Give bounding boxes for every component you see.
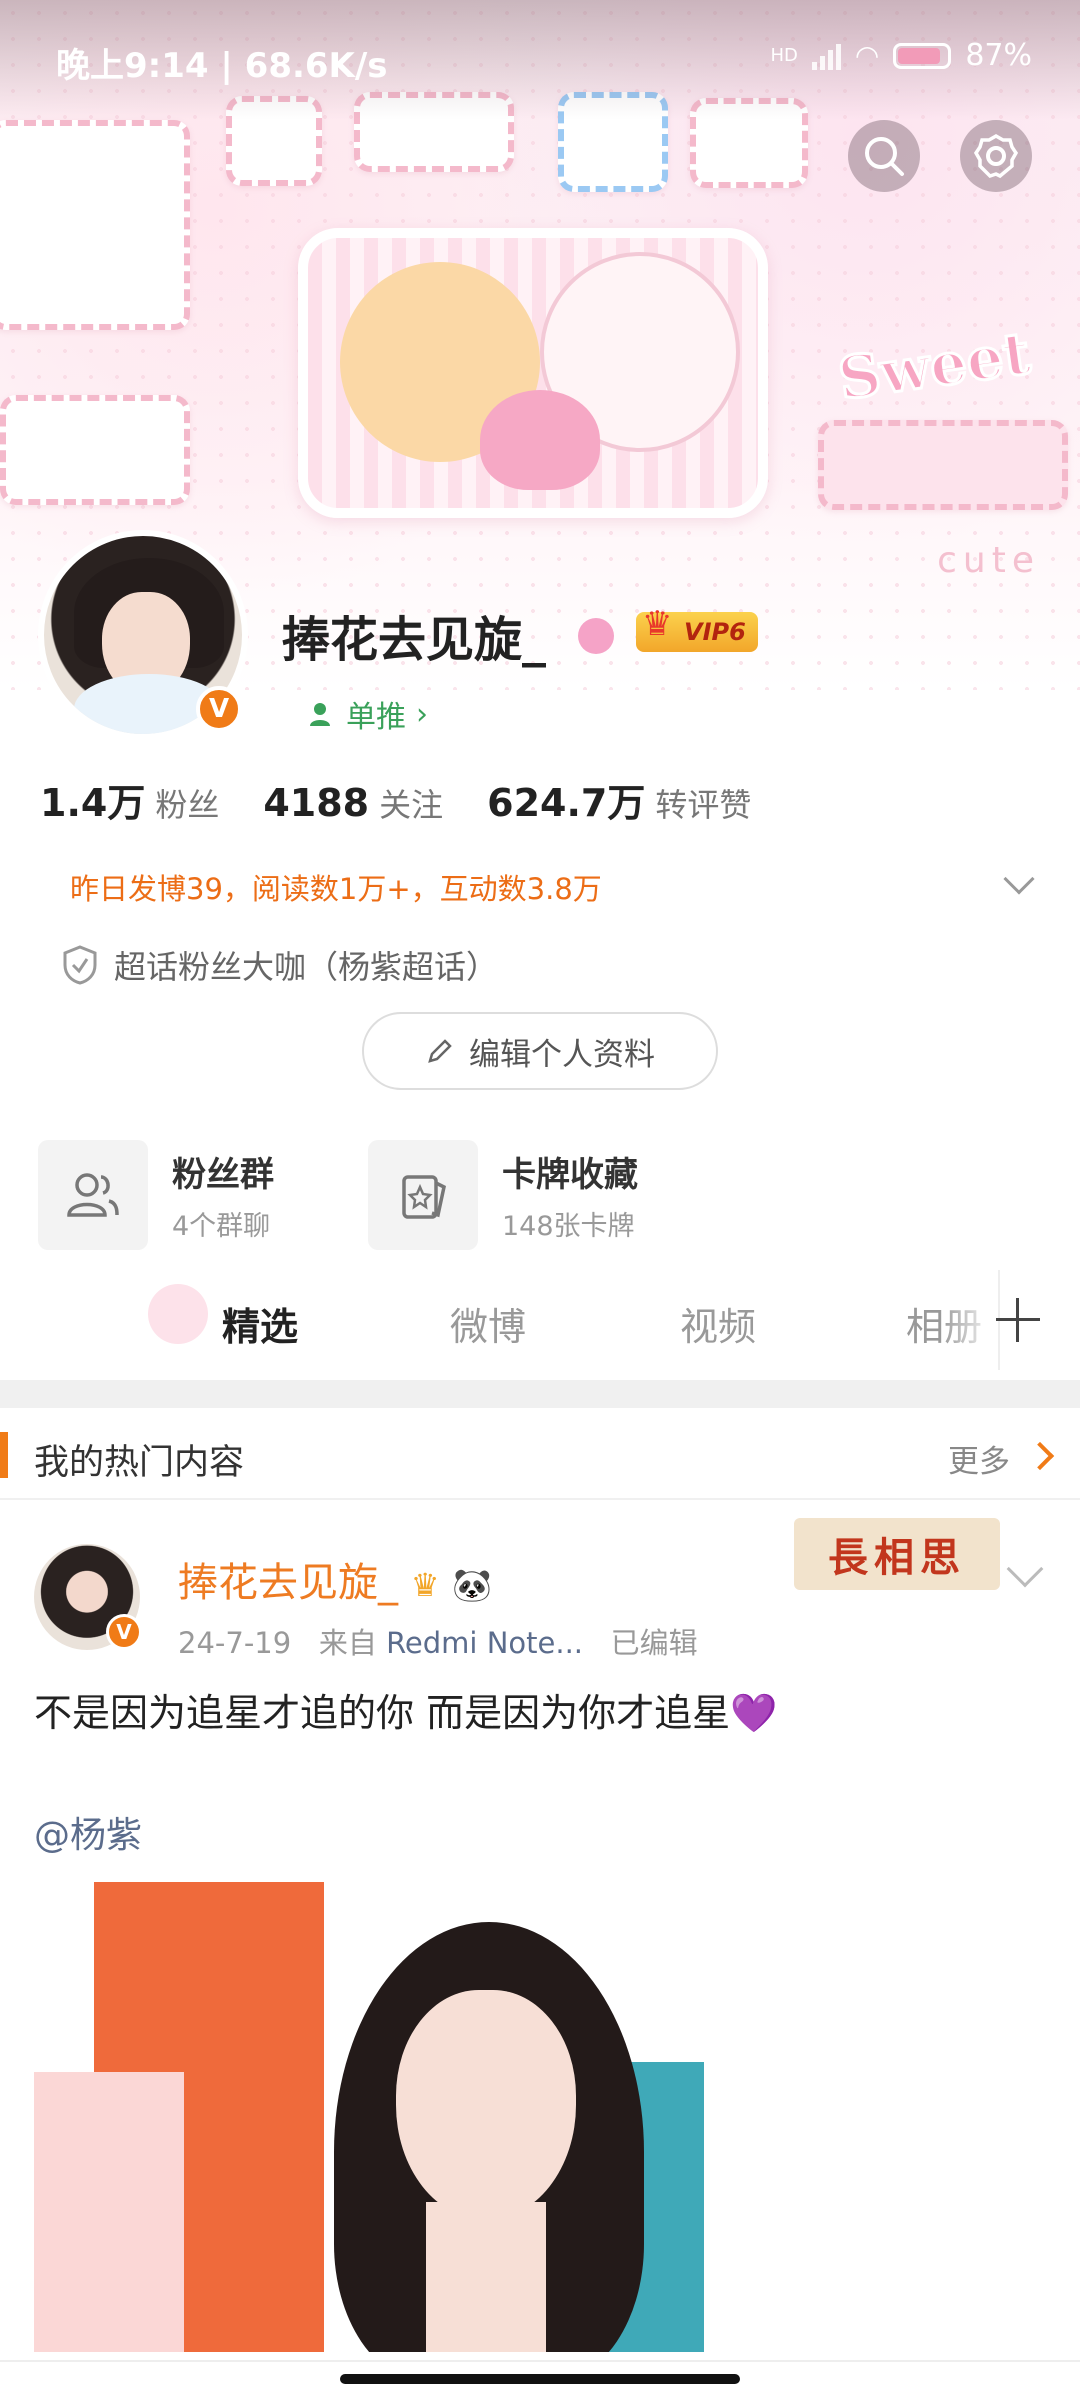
photo-person-neck [426,2202,546,2352]
interactions-label: 转评赞 [655,786,752,824]
banner-heart [480,390,600,490]
section-accent-bar [0,1432,8,1478]
card-collection-icon [368,1140,478,1250]
verified-badge-icon: V [106,1614,142,1650]
status-bar: 晚上9:14 | 68.6K/s HD ◠ 87% [0,0,1080,120]
chevron-right-icon[interactable] [1025,1441,1055,1471]
post-text: 不是因为追星才追的你 而是因为你才追星💜 [34,1691,778,1735]
banner-sticker [0,395,190,505]
card-collection-subtitle: 148张卡牌 [502,1211,635,1242]
vip-label: VIP6 [684,618,746,646]
status-right: HD ◠ 87% [770,38,1032,73]
post-decoration-stamp: 長相思 [794,1518,1000,1590]
shield-icon [63,945,97,985]
settings-button[interactable] [960,120,1032,192]
post-edited: 已编辑 [610,1626,698,1660]
post-author-name[interactable]: 捧花去见旋_ ♛ 🐼 [178,1550,492,1608]
tabs-fade [940,1270,1000,1370]
card-collection-title: 卡牌收藏 [502,1155,638,1195]
battery-percent: 87% [965,38,1032,73]
content-tabs: 精选 微博 视频 相册 [0,1270,1080,1370]
following-count: 4188 [263,781,370,825]
gender-icon [578,618,614,654]
battery-icon [893,42,952,69]
post-mention[interactable]: @杨紫 [34,1806,142,1858]
card-collection-card[interactable]: 卡牌收藏 148张卡牌 [368,1140,638,1250]
search-icon [865,137,904,176]
verified-badge-icon: V [196,686,242,732]
chaohua-badge[interactable]: 超话粉丝大咖（杨紫超话） [62,942,498,988]
edit-profile-label: 编辑个人资料 [469,1036,655,1073]
interactions-stat[interactable]: 624.7万 转评赞 [487,772,751,827]
gear-icon [973,133,1019,179]
signal-icon [811,42,841,70]
fans-count: 1.4万 [40,781,146,825]
post-author-name-text: 捧花去见旋_ [178,1560,398,1606]
hd-label: HD [770,45,798,66]
interactions-count: 624.7万 [487,781,646,825]
tab-video[interactable]: 视频 [680,1296,756,1351]
more-link[interactable]: 更多 [948,1436,1010,1481]
add-tab-icon[interactable] [996,1298,1040,1342]
battery-fill [898,47,941,64]
status-time: 晚上9:14 | 68.6K/s [56,46,388,86]
vip-badge[interactable]: ♛ VIP6 [636,604,758,652]
following-stat[interactable]: 4188 关注 [263,780,443,826]
recommend-label: 单推 [346,700,406,735]
bottom-divider [0,2360,1080,2362]
section-divider [0,1380,1080,1408]
chevron-down-icon[interactable] [1006,1550,1044,1588]
post-from-prefix: 来自 [318,1626,377,1660]
home-indicator[interactable] [340,2374,740,2384]
group-icon [38,1140,148,1250]
recommend-link[interactable]: 单推 › [308,692,428,736]
fan-group-title: 粉丝群 [172,1155,274,1195]
person-icon [310,703,330,726]
profile-username: 捧花去见旋_ [282,612,547,668]
wifi-icon: ◠ [854,39,880,72]
banner-sticker [818,420,1068,510]
chevron-down-icon[interactable] [1003,863,1035,895]
panda-icon: 🐼 [452,1566,492,1604]
pencil-icon [428,1039,452,1063]
fan-group-subtitle: 4个群聊 [172,1211,271,1242]
hot-content-title: 我的热门内容 [34,1443,245,1483]
fans-label: 粉丝 [155,786,220,824]
chevron-right-icon: › [416,696,428,732]
back-button[interactable] [22,120,94,192]
post-meta: 24-7-19 来自 Redmi Note... 已编辑 [178,1620,698,1662]
search-button[interactable] [848,120,920,192]
chaohua-label: 超话粉丝大咖（杨紫超话） [114,948,499,986]
yesterday-summary[interactable]: 昨日发博39，阅读数1万+，互动数3.8万 [70,866,602,908]
back-arrow-icon [41,129,71,183]
photo-person-face [396,1990,576,2220]
fan-group-card[interactable]: 粉丝群 4个群聊 [38,1140,274,1250]
crown-icon: ♛ [410,1566,440,1604]
banner-cute-text: cute [937,540,1040,581]
profile-stats: 1.4万 粉丝 4188 关注 624.7万 转评赞 [40,772,751,827]
photo-bg-pink [34,2072,184,2352]
tab-featured[interactable]: 精选 [222,1296,298,1351]
tab-weibo[interactable]: 微博 [450,1296,526,1351]
edit-profile-button[interactable]: 编辑个人资料 [362,1012,718,1090]
crown-icon: ♛ [642,604,673,644]
post-source[interactable]: Redmi Note... [386,1626,583,1660]
fans-stat[interactable]: 1.4万 粉丝 [40,772,219,827]
post-date: 24-7-19 [178,1626,292,1660]
following-label: 关注 [379,786,444,824]
hot-content-header: 我的热门内容 更多 [0,1408,1080,1500]
post-image[interactable] [34,1882,704,2352]
